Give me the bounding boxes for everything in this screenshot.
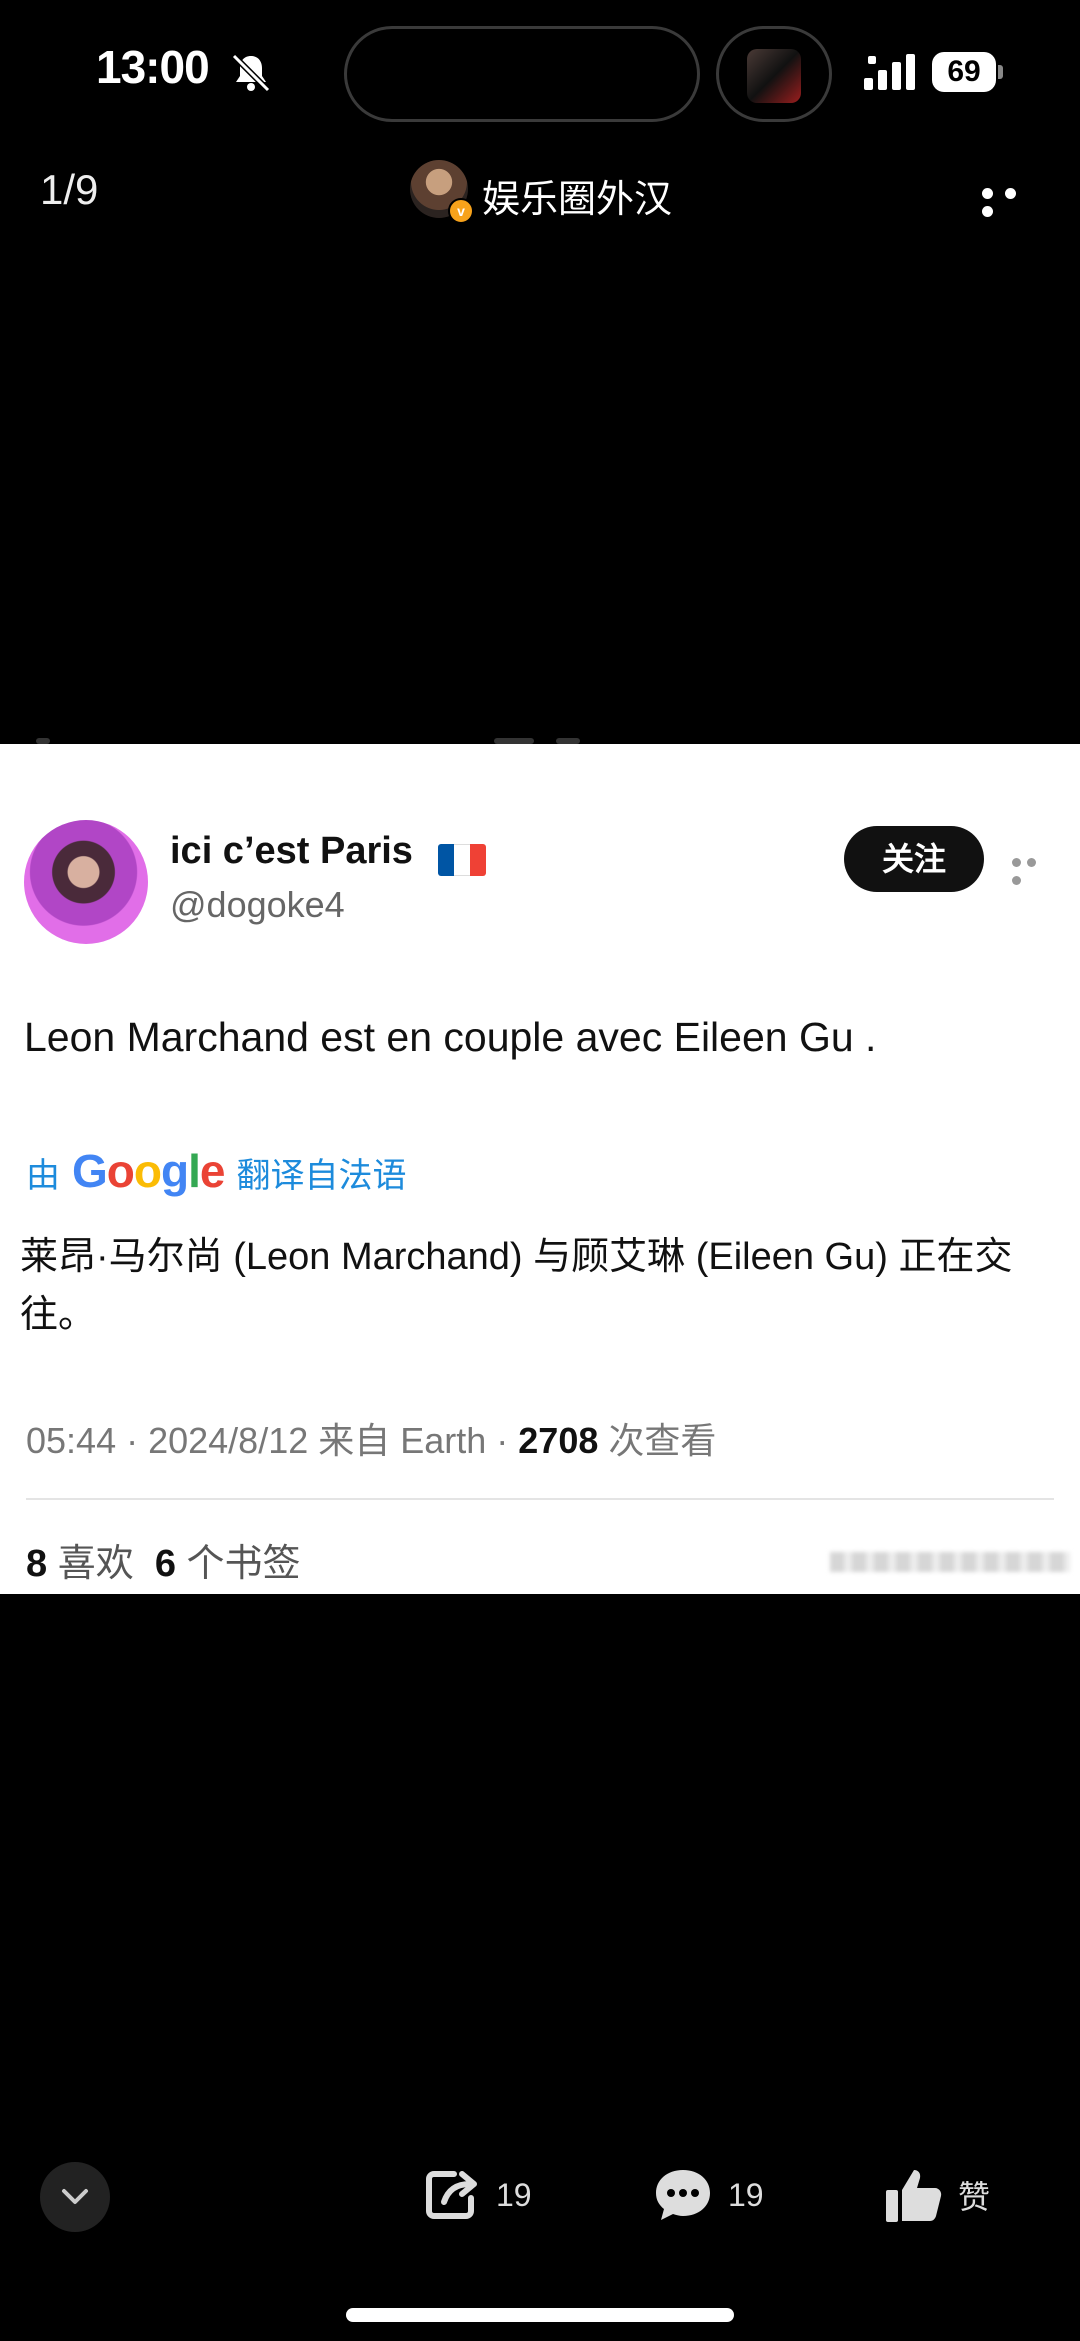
translate-suffix: 翻译自法语 [236,1157,407,1195]
thumbs-up-icon [886,2170,942,2222]
view-label: 次查看 [598,1420,717,1461]
france-flag-icon [438,844,486,876]
comment-icon [656,2170,710,2220]
follow-button[interactable]: 关注 [844,826,984,892]
user-avatar[interactable] [24,820,148,944]
divider [26,1498,1054,1500]
home-indicator[interactable] [346,2308,734,2322]
now-playing-island[interactable] [716,26,832,122]
card-more-icon[interactable] [1012,854,1056,885]
tweet-text: Leon Marchand est en couple avec Eileen … [24,1014,877,1060]
like-button[interactable]: 赞 [884,2166,990,2224]
translate-attribution[interactable]: 由 Google 翻译自法语 [26,1144,406,1198]
battery-level: 69 [947,55,981,88]
translated-text: 莱昂·马尔尚 (Leon Marchand) 与顾艾琳 (Eileen Gu) … [20,1236,1013,1336]
author-name[interactable]: 娱乐圈外汉 [482,168,672,223]
tweet-card: ici c’est Paris @dogoke4 关注 Leon Marchan… [0,738,1080,1594]
more-options-icon[interactable] [982,186,1044,217]
comment-count: 19 [728,2176,764,2213]
engagement-stats: 8 喜欢 6 个书签 [26,1532,301,1587]
comment-button[interactable]: 19 [652,2166,764,2224]
bookmarks-label: 个书签 [175,1543,301,1585]
cropped-blur-strip [830,1552,1070,1572]
share-count: 19 [496,2176,532,2213]
cellular-signal-icon [864,54,915,90]
view-count: 2708 [518,1420,599,1461]
bookmarks-count: 6 [154,1543,176,1585]
status-time: 13:00 [96,41,210,93]
likes-count: 8 [26,1543,48,1585]
user-handle[interactable]: @dogoke4 [170,884,345,926]
tweet-meta: 05:44 · 2024/8/12 来自 Earth · 2708 次查看 [26,1412,716,1464]
album-art-icon [747,49,801,103]
dynamic-island [344,26,700,122]
chevron-down-icon [62,2189,88,2204]
likes-label: 喜欢 [47,1543,155,1585]
google-logo: Google [72,1145,225,1197]
like-label: 赞 [958,2179,991,2215]
share-icon [426,2171,477,2219]
image-counter: 1/9 [40,166,99,213]
battery-indicator: 69 [932,52,1004,92]
verified-badge-icon: v [448,198,474,224]
cropped-header-remnant [36,736,596,754]
translate-prefix: 由 [26,1157,60,1195]
silent-bell-icon [231,53,271,93]
tweet-timestamp: 05:44 · 2024/8/12 来自 Earth · [26,1420,519,1461]
collapse-button[interactable] [40,2162,110,2232]
share-button[interactable]: 19 [424,2168,532,2222]
display-name[interactable]: ici c’est Paris [170,830,413,873]
